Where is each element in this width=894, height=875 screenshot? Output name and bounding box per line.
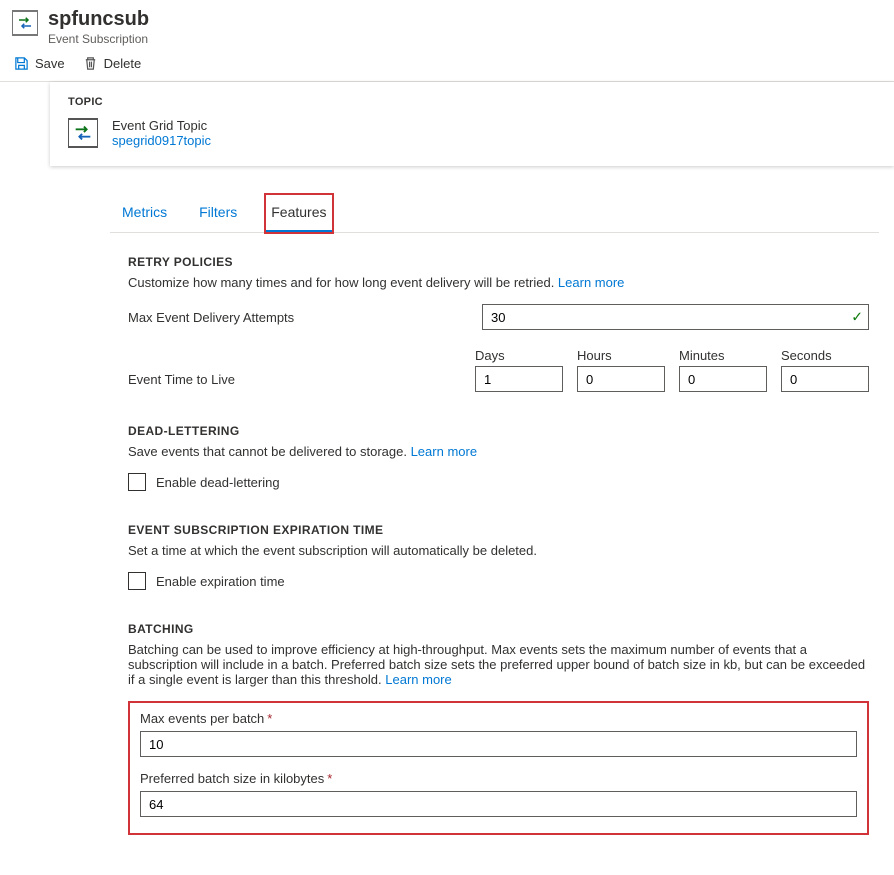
hours-input[interactable]	[577, 366, 665, 392]
expire-title: EVENT SUBSCRIPTION EXPIRATION TIME	[128, 523, 869, 537]
topic-name-link[interactable]: spegrid0917topic	[112, 133, 211, 148]
expire-desc: Set a time at which the event subscripti…	[128, 543, 869, 558]
batch-title: BATCHING	[128, 622, 869, 636]
max-attempts-label: Max Event Delivery Attempts	[128, 310, 482, 325]
delete-label: Delete	[104, 56, 142, 71]
retry-learn-more[interactable]: Learn more	[558, 275, 624, 290]
batching-highlight: Max events per batch* Preferred batch si…	[128, 701, 869, 835]
dead-title: DEAD-LETTERING	[128, 424, 869, 438]
hours-caption: Hours	[577, 348, 665, 363]
topic-card: TOPIC Event Grid Topic spegrid0917topic	[50, 82, 894, 166]
check-icon: ✓	[851, 309, 863, 326]
page-title: spfuncsub	[48, 8, 149, 30]
max-events-input[interactable]	[140, 731, 857, 757]
days-caption: Days	[475, 348, 563, 363]
pref-size-input[interactable]	[140, 791, 857, 817]
save-icon	[14, 56, 29, 71]
minutes-input[interactable]	[679, 366, 767, 392]
batch-desc-text: Batching can be used to improve efficien…	[128, 642, 865, 687]
retry-desc-text: Customize how many times and for how lon…	[128, 275, 558, 290]
batch-learn-more[interactable]: Learn more	[385, 672, 451, 687]
batch-desc: Batching can be used to improve efficien…	[128, 642, 869, 687]
topic-icon	[68, 118, 98, 148]
retry-desc: Customize how many times and for how lon…	[128, 275, 869, 290]
max-events-label: Max events per batch*	[140, 711, 857, 726]
tab-filters[interactable]: Filters	[195, 194, 241, 232]
subscription-icon	[12, 10, 38, 36]
days-input[interactable]	[475, 366, 563, 392]
dead-lettering-checkbox-label: Enable dead-lettering	[156, 475, 280, 490]
trash-icon	[83, 56, 98, 71]
minutes-caption: Minutes	[679, 348, 767, 363]
dead-lettering-checkbox[interactable]	[128, 473, 146, 491]
section-batching: BATCHING Batching can be used to improve…	[128, 622, 869, 835]
command-bar: Save Delete	[0, 48, 894, 82]
seconds-input[interactable]	[781, 366, 869, 392]
ttl-label: Event Time to Live	[128, 354, 475, 387]
dead-desc-text: Save events that cannot be delivered to …	[128, 444, 411, 459]
section-expiration: EVENT SUBSCRIPTION EXPIRATION TIME Set a…	[128, 523, 869, 590]
retry-title: RETRY POLICIES	[128, 255, 869, 269]
tab-bar: Metrics Filters Features	[110, 194, 879, 233]
page-header: spfuncsub Event Subscription	[0, 0, 894, 48]
dead-learn-more[interactable]: Learn more	[411, 444, 477, 459]
page-subtitle: Event Subscription	[48, 32, 149, 46]
expiration-checkbox-label: Enable expiration time	[156, 574, 285, 589]
delete-button[interactable]: Delete	[83, 56, 142, 71]
save-button[interactable]: Save	[14, 56, 65, 71]
seconds-caption: Seconds	[781, 348, 869, 363]
section-dead-lettering: DEAD-LETTERING Save events that cannot b…	[128, 424, 869, 491]
save-label: Save	[35, 56, 65, 71]
pref-size-label: Preferred batch size in kilobytes*	[140, 771, 857, 786]
topic-type: Event Grid Topic	[112, 118, 211, 133]
max-attempts-input[interactable]	[482, 304, 869, 330]
section-retry: RETRY POLICIES Customize how many times …	[128, 255, 869, 392]
tab-features[interactable]: Features	[265, 194, 332, 233]
tab-metrics[interactable]: Metrics	[118, 194, 171, 232]
expiration-checkbox[interactable]	[128, 572, 146, 590]
dead-desc: Save events that cannot be delivered to …	[128, 444, 869, 459]
topic-heading: TOPIC	[68, 96, 876, 108]
